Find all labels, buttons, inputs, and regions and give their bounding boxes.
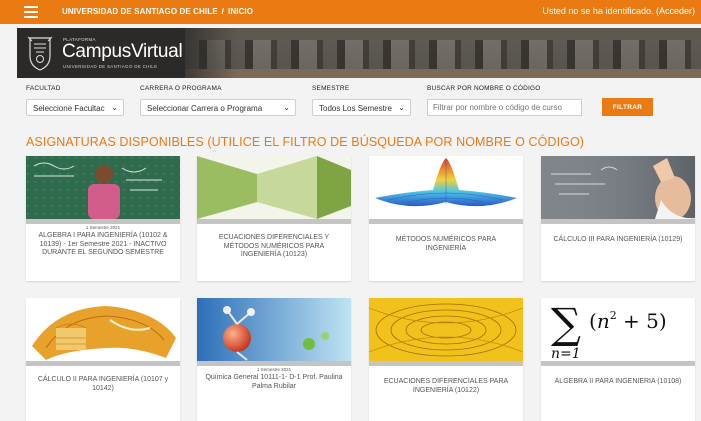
university-crest-icon[interactable] [25,34,55,72]
course-card[interactable]: ∑ n=1 (n2 + 5) ALGEBRA II PARA INGENIERI… [541,298,695,421]
faculty-label: FACULTAD [26,85,61,92]
card-strip [369,361,523,366]
login-status: Usted no se ha identificado. (Acceder) [542,6,695,16]
card-strip [26,219,180,224]
course-card[interactable]: 1 Semestre 2021 Química General 10111-1-… [197,298,351,421]
breadcrumb: UNIVERSIDAD DE SANTIAGO DE CHILE / INICIO [62,7,253,16]
faculty-select[interactable]: Seleccione Facultac ⌄ [26,99,124,116]
career-select-value: Seleccionar Carrera o Programa [147,104,263,113]
chevron-down-icon: ⌄ [111,103,118,112]
course-image [369,298,523,361]
hamburger-menu-icon[interactable] [24,6,38,18]
chevron-down-icon: ⌄ [398,103,405,112]
breadcrumb-university[interactable]: UNIVERSIDAD DE SANTIAGO DE CHILE [62,7,218,16]
course-title: Química General 10111-1- D-1 Prof. Pauli… [205,374,343,390]
course-card[interactable]: MÉTODOS NUMÉRICOS PARA INGENIERÍA [369,156,523,281]
course-card[interactable]: CÁLCULO II PARA INGENIERÍA (10107 y 1014… [26,298,180,421]
summation-formula-image: ∑ n=1 (n2 + 5) [541,298,695,361]
logo-virtual: Virtual [130,41,183,62]
course-title: MÉTODOS NUMÉRICOS PARA INGENIERÍA [395,236,497,252]
card-strip [197,219,351,224]
card-strip [369,219,523,224]
course-image [369,156,523,219]
career-label: CARRERA O PROGRAMA [140,85,222,92]
course-image [26,298,180,361]
section-heading: ASIGNATURAS DISPONIBLES (UTILICE EL FILT… [26,135,585,149]
breadcrumb-home[interactable]: INICIO [228,7,253,16]
chevron-down-icon: ⌄ [283,103,290,112]
card-strip [541,361,695,366]
faculty-select-value: Seleccione Facultac [33,104,105,113]
course-card[interactable]: CÁLCULO III PARA INGENIERÍA (10129) [541,156,695,281]
career-select[interactable]: Seleccionar Carrera o Programa ⌄ [140,99,296,116]
campus-banner: PLATAFORMA CampusVirtual UNIVERSIDAD DE … [17,28,701,78]
course-image [197,156,351,219]
login-link[interactable]: Usted no se ha identificado. (Acceder) [542,6,695,16]
course-image [26,156,180,219]
search-label: BUSCAR POR NOMBRE O CÓDIGO [427,85,541,92]
course-title: ECUACIONES DIFERENCIALES Y MÉTODOS NUMÉR… [218,234,330,258]
card-strip [26,361,180,366]
svg-text:(n2 + 5): (n2 + 5) [589,309,667,333]
semester-select-value: Todos Los Semestre [319,104,392,113]
course-title: CÁLCULO III PARA INGENIERÍA (10129) [553,236,683,243]
course-card[interactable]: 1 Semestre 2021 ALGEBRA I PARA INGENIERÍ… [26,156,180,281]
course-card[interactable]: ECUACIONES DIFERENCIALES Y MÉTODOS NUMÉR… [197,156,351,281]
card-strip [541,219,695,224]
course-title: ALGEBRA II PARA INGENIERIA (10108) [554,378,682,385]
filter-button[interactable]: FILTRAR [602,98,653,116]
course-image: ∑ n=1 (n2 + 5) [541,298,695,361]
course-image [197,298,351,361]
svg-text:∑: ∑ [551,299,581,348]
course-search-input[interactable] [427,99,582,116]
campus-virtual-logo[interactable]: CampusVirtual [62,41,183,63]
semester-select[interactable]: Todos Los Semestre ⌄ [312,99,411,116]
course-title: CÁLCULO II PARA INGENIERÍA (10107 y 1014… [37,376,169,392]
course-title: ALGEBRA I PARA INGENIERÍA (10102 & 10139… [38,232,168,256]
breadcrumb-separator: / [221,7,224,16]
course-card[interactable]: ECUACIONES DIFERENCIALES PARA INGENIERÍA… [369,298,523,421]
card-strip [197,361,351,366]
campus-building-photo [185,28,701,78]
svg-text:n=1: n=1 [551,346,581,361]
course-title: ECUACIONES DIFERENCIALES PARA INGENIERÍA… [383,378,509,394]
logo-campus: Campus [62,41,131,62]
course-semester: 1 Semestre 2021 [85,225,121,230]
semester-label: SEMESTRE [312,85,350,92]
course-semester: 1 Semestre 2021 [256,367,292,372]
top-navigation-bar: UNIVERSIDAD DE SANTIAGO DE CHILE / INICIO … [0,0,701,24]
course-filters: FACULTAD Seleccione Facultac ⌄ CARRERA O … [0,84,701,124]
university-subtitle: UNIVERSIDAD DE SANTIAGO DE CHILE [63,64,158,69]
course-image [541,156,695,219]
